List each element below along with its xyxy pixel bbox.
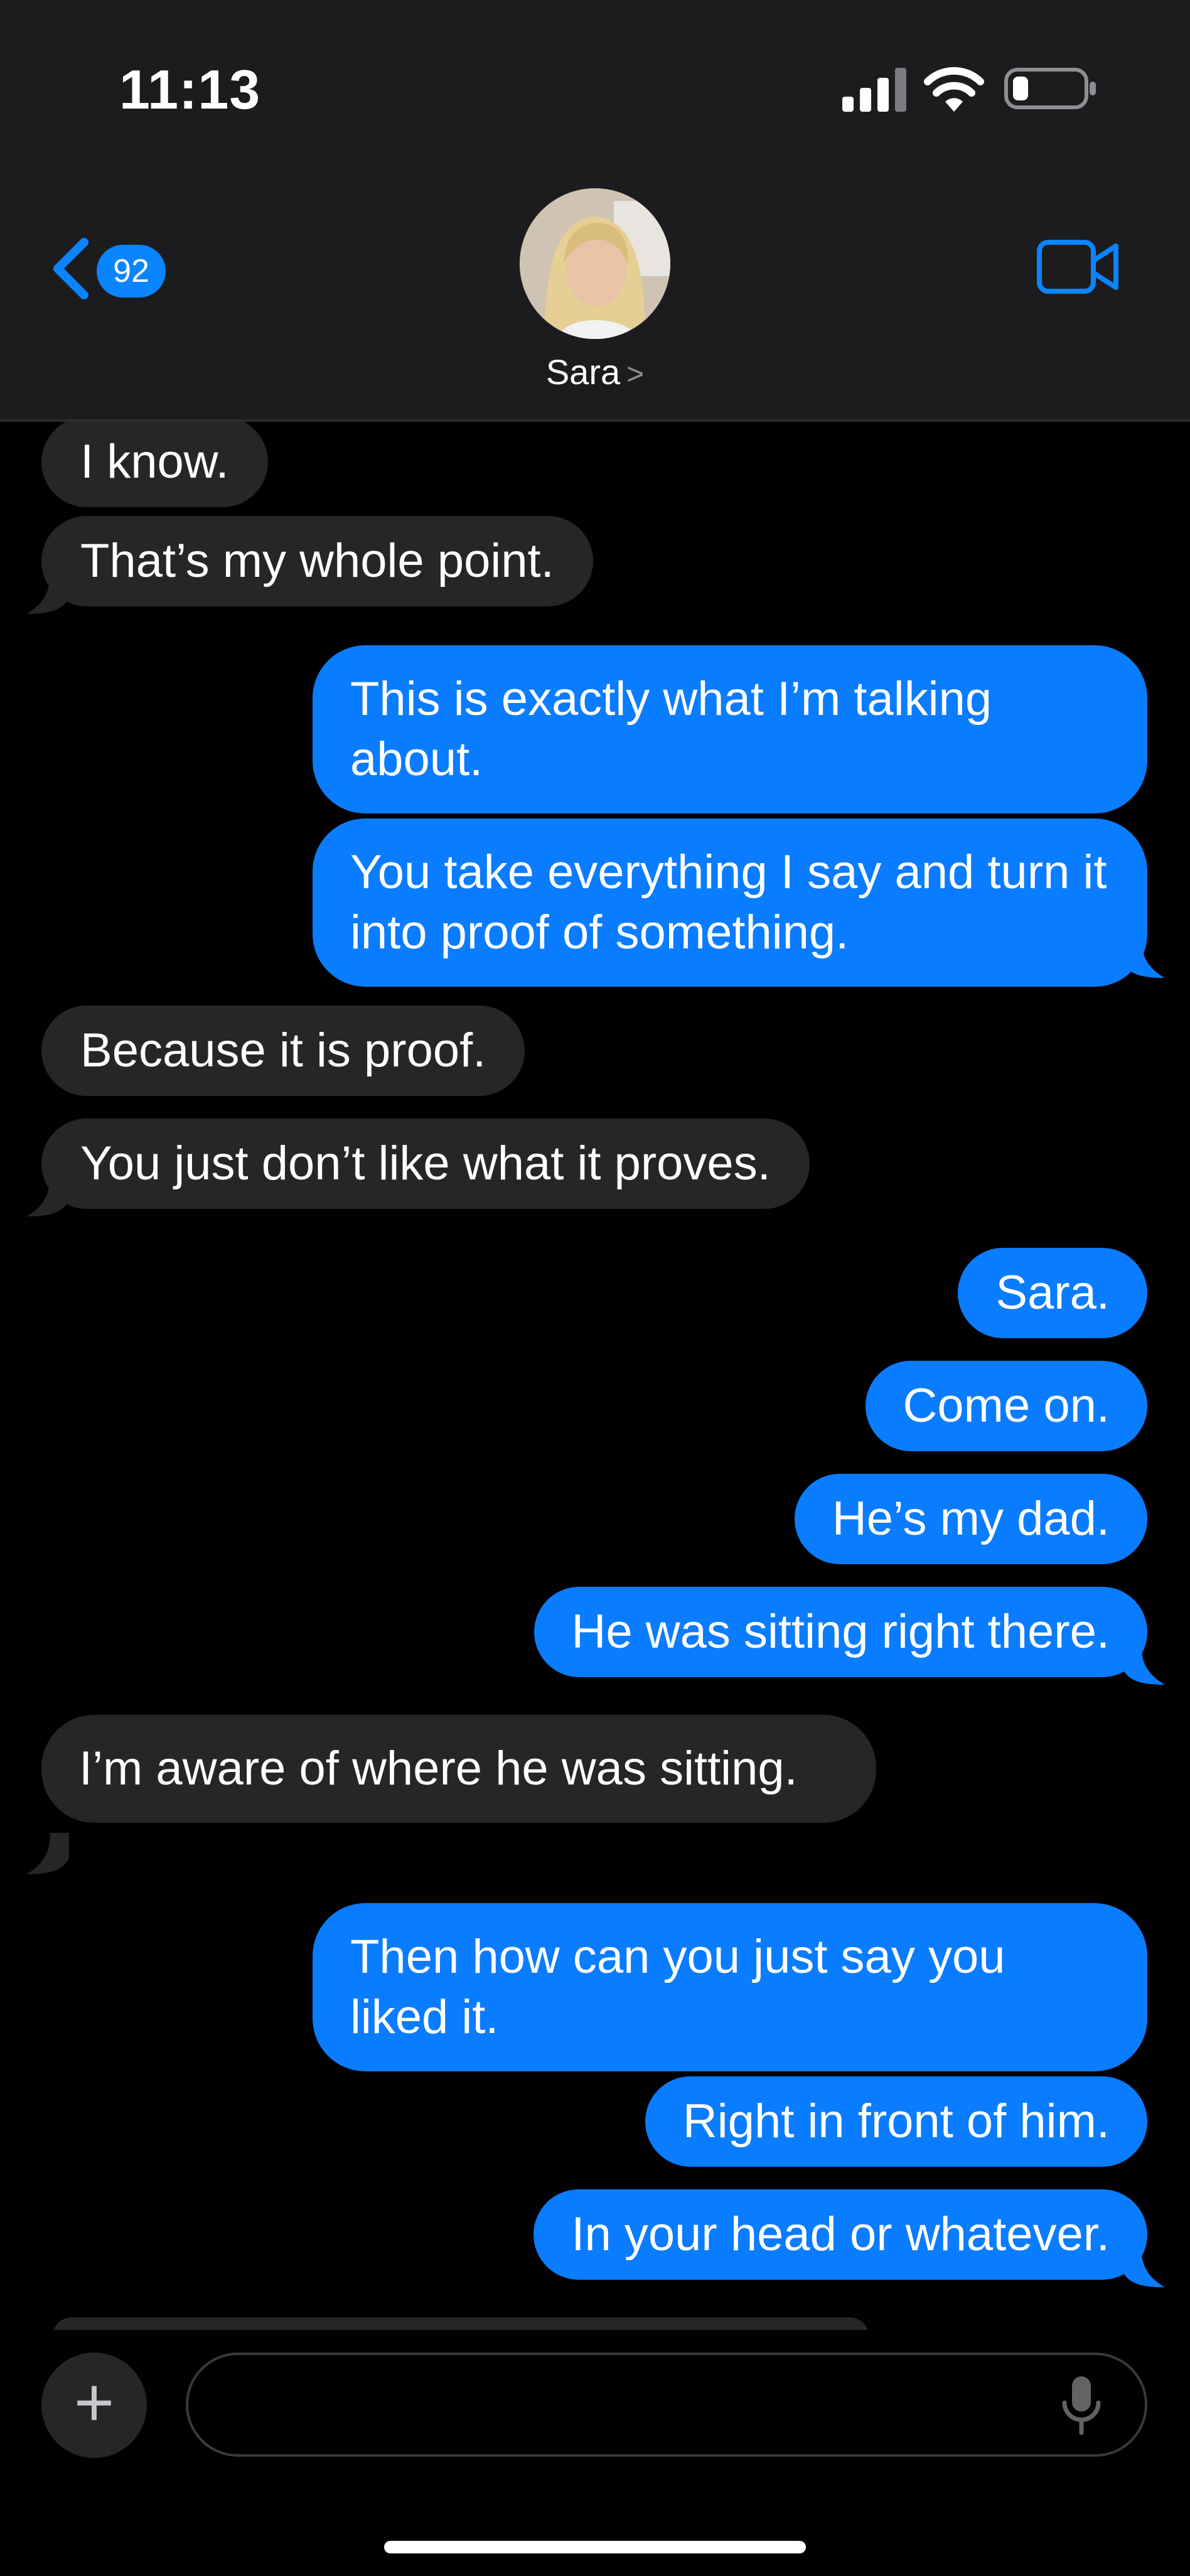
status-bar: 11:13 [0, 0, 1190, 163]
bubble-tail-outgoing [1122, 2246, 1165, 2287]
contact-avatar[interactable] [520, 188, 670, 339]
bubble-tail-outgoing [1122, 1643, 1165, 1685]
video-camera-icon[interactable] [1037, 239, 1120, 295]
chevron-right-icon: > [626, 358, 645, 391]
bubble-tail-incoming [26, 1175, 69, 1216]
status-time: 11:13 [119, 58, 261, 121]
add-attachment-button[interactable]: + [41, 2353, 147, 2458]
chevron-left-icon [53, 238, 88, 299]
bubble-tail-incoming [26, 1833, 69, 1874]
unread-count-badge: 92 [97, 245, 166, 298]
message-input-field[interactable] [186, 2353, 1147, 2457]
compose-bar: + [0, 2330, 1190, 2576]
message-outgoing[interactable]: In your head or whatever. [533, 2189, 1147, 2280]
partially-visible-message [53, 2317, 869, 2330]
battery-icon [1004, 68, 1096, 109]
contact-name-button[interactable]: Sara > [0, 352, 1190, 392]
message-outgoing[interactable]: He’s my dad. [794, 1474, 1147, 1564]
message-incoming[interactable]: Because it is proof. [41, 1006, 525, 1096]
message-list[interactable]: I know. That’s my whole point. This is e… [0, 422, 1190, 2330]
back-button[interactable]: 92 [49, 231, 174, 306]
avatar-image [520, 188, 670, 339]
message-outgoing[interactable]: He was sitting right there. [533, 1587, 1147, 1677]
message-incoming[interactable]: I know. [41, 422, 268, 507]
message-input[interactable] [220, 2374, 1038, 2438]
microphone-icon[interactable] [1059, 2374, 1103, 2437]
bubble-tail-incoming [26, 572, 69, 614]
message-outgoing[interactable]: Sara. [958, 1248, 1147, 1338]
contact-name: Sara [545, 352, 621, 392]
home-indicator[interactable] [384, 2541, 806, 2553]
message-outgoing[interactable]: You take everything I say and turn it in… [313, 818, 1147, 987]
bubble-tail-outgoing [1122, 936, 1165, 978]
message-outgoing[interactable]: Then how can you just say you liked it. [313, 1903, 1147, 2071]
message-incoming[interactable]: I’m aware of where he was sitting. [41, 1715, 876, 1823]
wifi-icon [924, 67, 984, 112]
message-incoming[interactable]: That’s my whole point. [41, 516, 593, 606]
message-outgoing[interactable]: This is exactly what I’m talking about. [313, 645, 1147, 813]
message-outgoing[interactable]: Come on. [865, 1361, 1147, 1451]
message-incoming[interactable]: You just don’t like what it proves. [41, 1119, 810, 1209]
cellular-signal-icon [842, 68, 906, 112]
message-outgoing[interactable]: Right in front of him. [645, 2076, 1147, 2167]
plus-icon: + [73, 2364, 115, 2441]
conversation-header: 92 Sara > [0, 163, 1190, 422]
